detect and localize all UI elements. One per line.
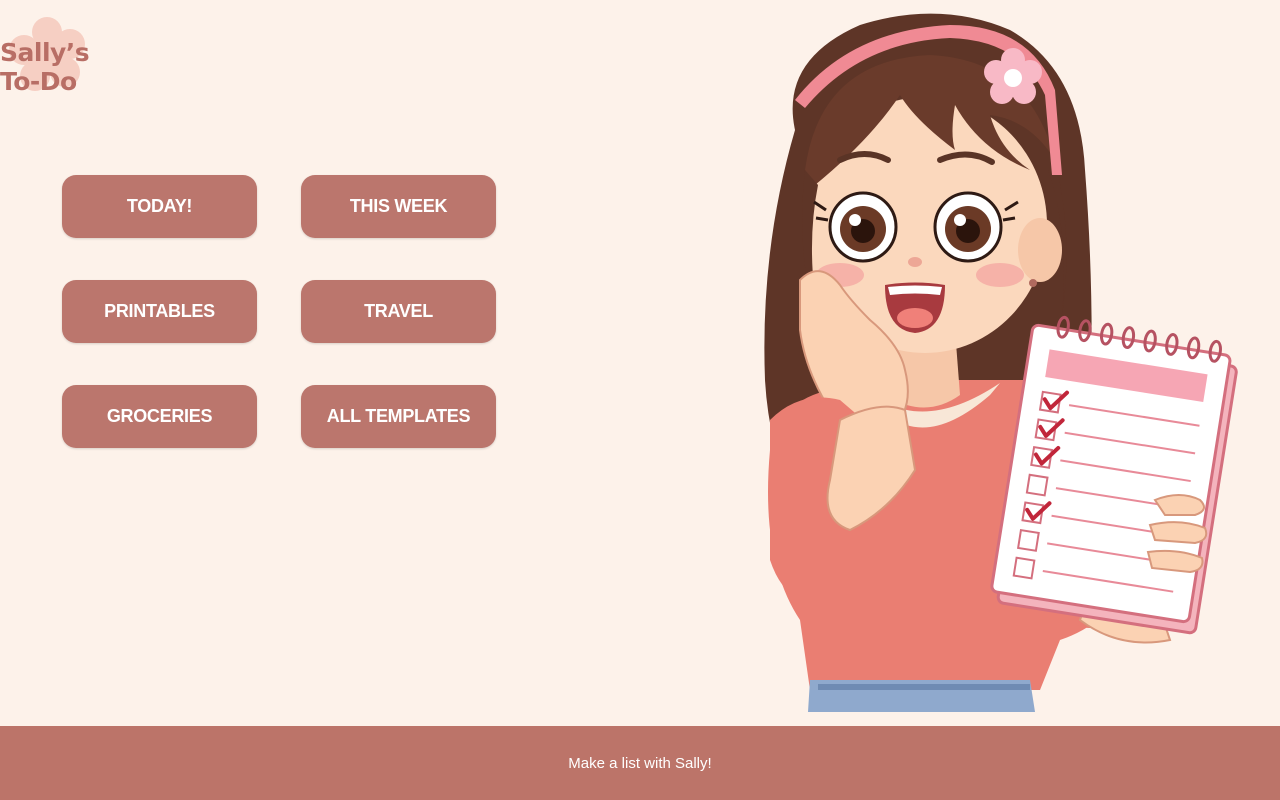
travel-button[interactable]: TRAVEL	[301, 280, 496, 343]
footer-text: Make a list with Sally!	[568, 754, 712, 772]
sally-illustration	[700, 0, 1260, 725]
page: Sally’s To-Do TODAY! THIS WEEK PRINTABLE…	[0, 0, 1280, 800]
logo-text: Sally’s To-Do	[0, 38, 90, 96]
nav-button-grid: TODAY! THIS WEEK PRINTABLES TRAVEL GROCE…	[62, 175, 496, 448]
site-logo[interactable]: Sally’s To-Do	[0, 10, 110, 110]
today-button[interactable]: TODAY!	[62, 175, 257, 238]
groceries-button[interactable]: GROCERIES	[62, 385, 257, 448]
this-week-button[interactable]: THIS WEEK	[301, 175, 496, 238]
footer: Make a list with Sally!	[0, 726, 1280, 800]
logo-line-1: Sally’s	[0, 38, 90, 67]
girl-with-checklist-icon	[764, 13, 1238, 712]
printables-button[interactable]: PRINTABLES	[62, 280, 257, 343]
logo-line-2: To-Do	[0, 67, 77, 96]
all-templates-button[interactable]: ALL TEMPLATES	[301, 385, 496, 448]
